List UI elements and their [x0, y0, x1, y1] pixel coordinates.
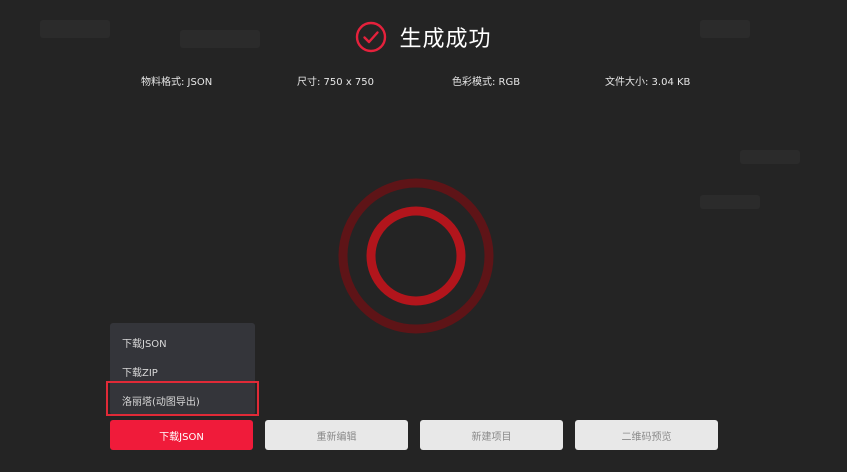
menu-item-download-zip[interactable]: 下载ZIP — [122, 364, 158, 379]
background-panel-right-2 — [740, 150, 800, 164]
qr-preview-button[interactable]: 二维码预览 — [575, 420, 718, 450]
highlight-box — [106, 381, 259, 416]
menu-item-download-json[interactable]: 下载JSON — [122, 335, 167, 350]
re-edit-button[interactable]: 重新编辑 — [265, 420, 408, 450]
download-json-button[interactable]: 下载JSON — [110, 420, 253, 450]
new-project-button[interactable]: 新建项目 — [420, 420, 563, 450]
meta-size: 尺寸: 750 x 750 — [297, 77, 374, 88]
loading-rings-icon — [338, 178, 494, 334]
result-header: 生成成功 — [0, 19, 847, 55]
generation-success-dialog: 生成成功 物料格式: JSON 尺寸: 750 x 750 色彩模式: RGB … — [0, 0, 847, 472]
meta-format: 物料格式: JSON — [141, 77, 213, 88]
background-panel-right-3 — [700, 195, 760, 209]
page-title: 生成成功 — [399, 27, 492, 52]
meta-file-size: 文件大小: 3.04 KB — [605, 77, 691, 88]
meta-color-mode: 色彩模式: RGB — [452, 77, 521, 88]
check-circle-icon — [356, 21, 387, 53]
